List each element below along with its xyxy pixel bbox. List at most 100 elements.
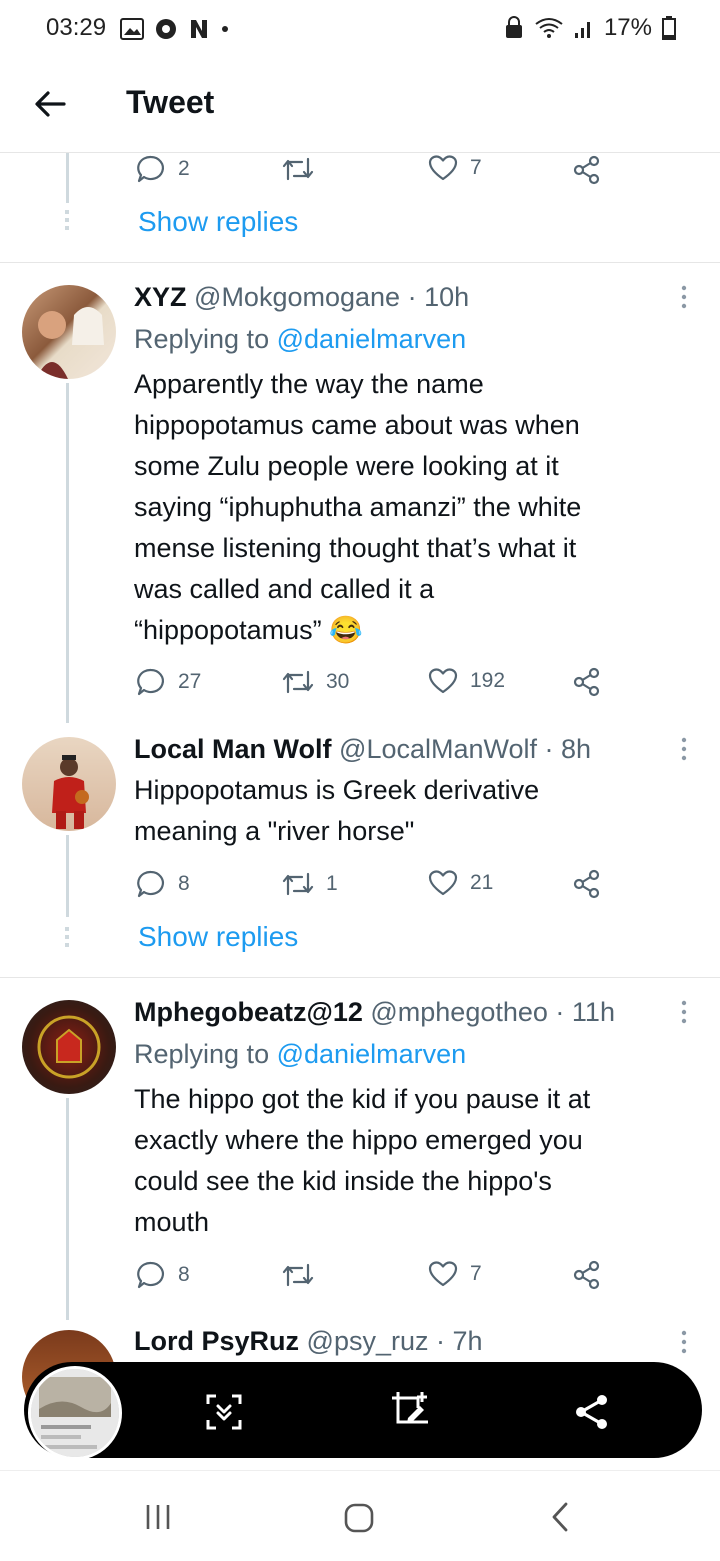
back-arrow-icon	[35, 91, 66, 117]
replying-handle[interactable]: @danielmarven	[277, 324, 467, 354]
author-name[interactable]: Mphegobeatz@12	[134, 997, 363, 1027]
thread-line	[66, 153, 69, 203]
avatar[interactable]	[22, 1000, 116, 1094]
tweet-header: Local Man Wolf @LocalManWolf · 8h	[134, 734, 591, 765]
back-button[interactable]	[30, 82, 74, 126]
author-handle[interactable]: @Mokgomogane	[194, 282, 400, 312]
reply-button[interactable]: 2	[136, 154, 190, 184]
like-count: 21	[470, 871, 494, 894]
share-button[interactable]	[572, 1260, 602, 1290]
retweet-icon	[282, 670, 314, 694]
like-button[interactable]: 7	[428, 1260, 482, 1288]
tweet-text: Apparently the way the name hippopotamus…	[134, 364, 694, 651]
screenshot-thumbnail[interactable]	[28, 1366, 122, 1460]
screenshot-toolbar	[24, 1362, 702, 1458]
divider	[0, 977, 720, 978]
notification-icons	[120, 17, 230, 41]
retweet-button[interactable]	[282, 1261, 326, 1289]
reply-count: 2	[178, 157, 190, 180]
author-name[interactable]: XYZ	[134, 282, 187, 312]
retweet-count: 30	[326, 670, 350, 693]
gallery-icon	[120, 18, 144, 40]
reply-button[interactable]: 8	[136, 869, 190, 899]
retweet-icon	[282, 872, 314, 896]
show-replies-link[interactable]: Show replies	[138, 921, 298, 953]
reply-icon	[137, 1261, 164, 1289]
back-nav-icon[interactable]	[550, 1501, 570, 1533]
share-icon	[573, 1260, 600, 1290]
share-icon	[573, 869, 600, 899]
share-button[interactable]	[572, 155, 602, 185]
tweet-line: mense listening thought that’s what it	[134, 533, 577, 563]
share-icon[interactable]	[572, 1392, 612, 1432]
tweet-line: could see the kid inside the hippo's	[134, 1166, 552, 1196]
author-handle[interactable]: @mphegotheo	[370, 997, 548, 1027]
page-title: Tweet	[126, 84, 215, 120]
tweet-text: The hippo got the kid if you pause it at…	[134, 1079, 694, 1243]
retweet-icon	[282, 157, 314, 181]
recent-apps-icon[interactable]	[144, 1503, 172, 1531]
tweet-line: meaning a "river horse"	[134, 816, 415, 846]
more-icon[interactable]	[681, 1330, 687, 1354]
share-icon	[573, 155, 600, 185]
retweet-button[interactable]: 1	[282, 870, 338, 898]
reply-icon	[137, 870, 164, 898]
lock-icon	[505, 16, 522, 38]
like-icon	[428, 155, 458, 181]
author-handle[interactable]: @LocalManWolf	[339, 734, 537, 764]
thread-dots	[65, 210, 71, 230]
news-icon	[191, 20, 207, 38]
replying-prefix: Replying to	[134, 1039, 270, 1069]
avatar[interactable]	[22, 737, 116, 831]
more-icon[interactable]	[681, 737, 687, 761]
author-name[interactable]: Lord PsyRuz	[134, 1326, 299, 1356]
reply-count: 8	[178, 1263, 190, 1286]
more-icon[interactable]	[681, 1000, 687, 1024]
like-count: 7	[470, 1262, 482, 1285]
like-icon	[428, 668, 458, 694]
like-button[interactable]: 192	[428, 667, 505, 695]
crop-edit-icon[interactable]	[388, 1388, 432, 1432]
reply-icon	[137, 668, 164, 696]
like-button[interactable]: 21	[428, 869, 493, 897]
avatar[interactable]	[22, 285, 116, 379]
share-button[interactable]	[572, 667, 602, 697]
replying-prefix: Replying to	[134, 324, 270, 354]
scroll-capture-icon[interactable]	[204, 1392, 244, 1432]
like-count: 192	[470, 669, 506, 692]
retweet-button[interactable]	[282, 155, 326, 183]
show-replies-link[interactable]: Show replies	[138, 206, 298, 238]
replying-to: Replying to @danielmarven	[134, 324, 466, 355]
chrome-icon	[156, 19, 176, 39]
reply-button[interactable]: 8	[136, 1260, 190, 1290]
retweet-button[interactable]: 30	[282, 668, 349, 696]
reply-button[interactable]: 27	[136, 667, 201, 697]
tweet-line: was called and called it a	[134, 574, 435, 604]
reply-count: 27	[178, 670, 202, 693]
tweet-time: · 7h	[436, 1326, 483, 1356]
like-icon	[428, 1261, 458, 1287]
share-button[interactable]	[572, 869, 602, 899]
like-button[interactable]: 7	[428, 154, 482, 182]
tweet-line: Hippopotamus is Greek derivative	[134, 775, 540, 805]
tweet-text: Hippopotamus is Greek derivative meaning…	[134, 770, 694, 852]
thread-line	[66, 383, 69, 723]
author-name[interactable]: Local Man Wolf	[134, 734, 332, 764]
dot-icon	[222, 26, 228, 32]
app-header: Tweet	[0, 60, 720, 153]
tweet-header: XYZ @Mokgomogane · 10h	[134, 282, 469, 313]
wifi-icon	[535, 18, 563, 38]
more-icon[interactable]	[681, 285, 687, 309]
battery-percent: 17%	[603, 14, 652, 41]
tweet-header: Mphegobeatz@12 @mphegotheo · 11h	[134, 997, 615, 1028]
home-icon[interactable]	[344, 1503, 374, 1533]
battery-icon	[662, 16, 676, 40]
tweet-line: hippopotamus came about was when	[134, 410, 580, 440]
replying-handle[interactable]: @danielmarven	[277, 1039, 467, 1069]
tweet-line: “hippopotamus” 😂	[134, 615, 363, 645]
retweet-icon	[282, 1263, 314, 1287]
author-handle[interactable]: @psy_ruz	[307, 1326, 429, 1356]
tweet-line: mouth	[134, 1207, 210, 1237]
status-right: 17%	[504, 14, 676, 42]
tweet-time: · 10h	[407, 282, 470, 312]
